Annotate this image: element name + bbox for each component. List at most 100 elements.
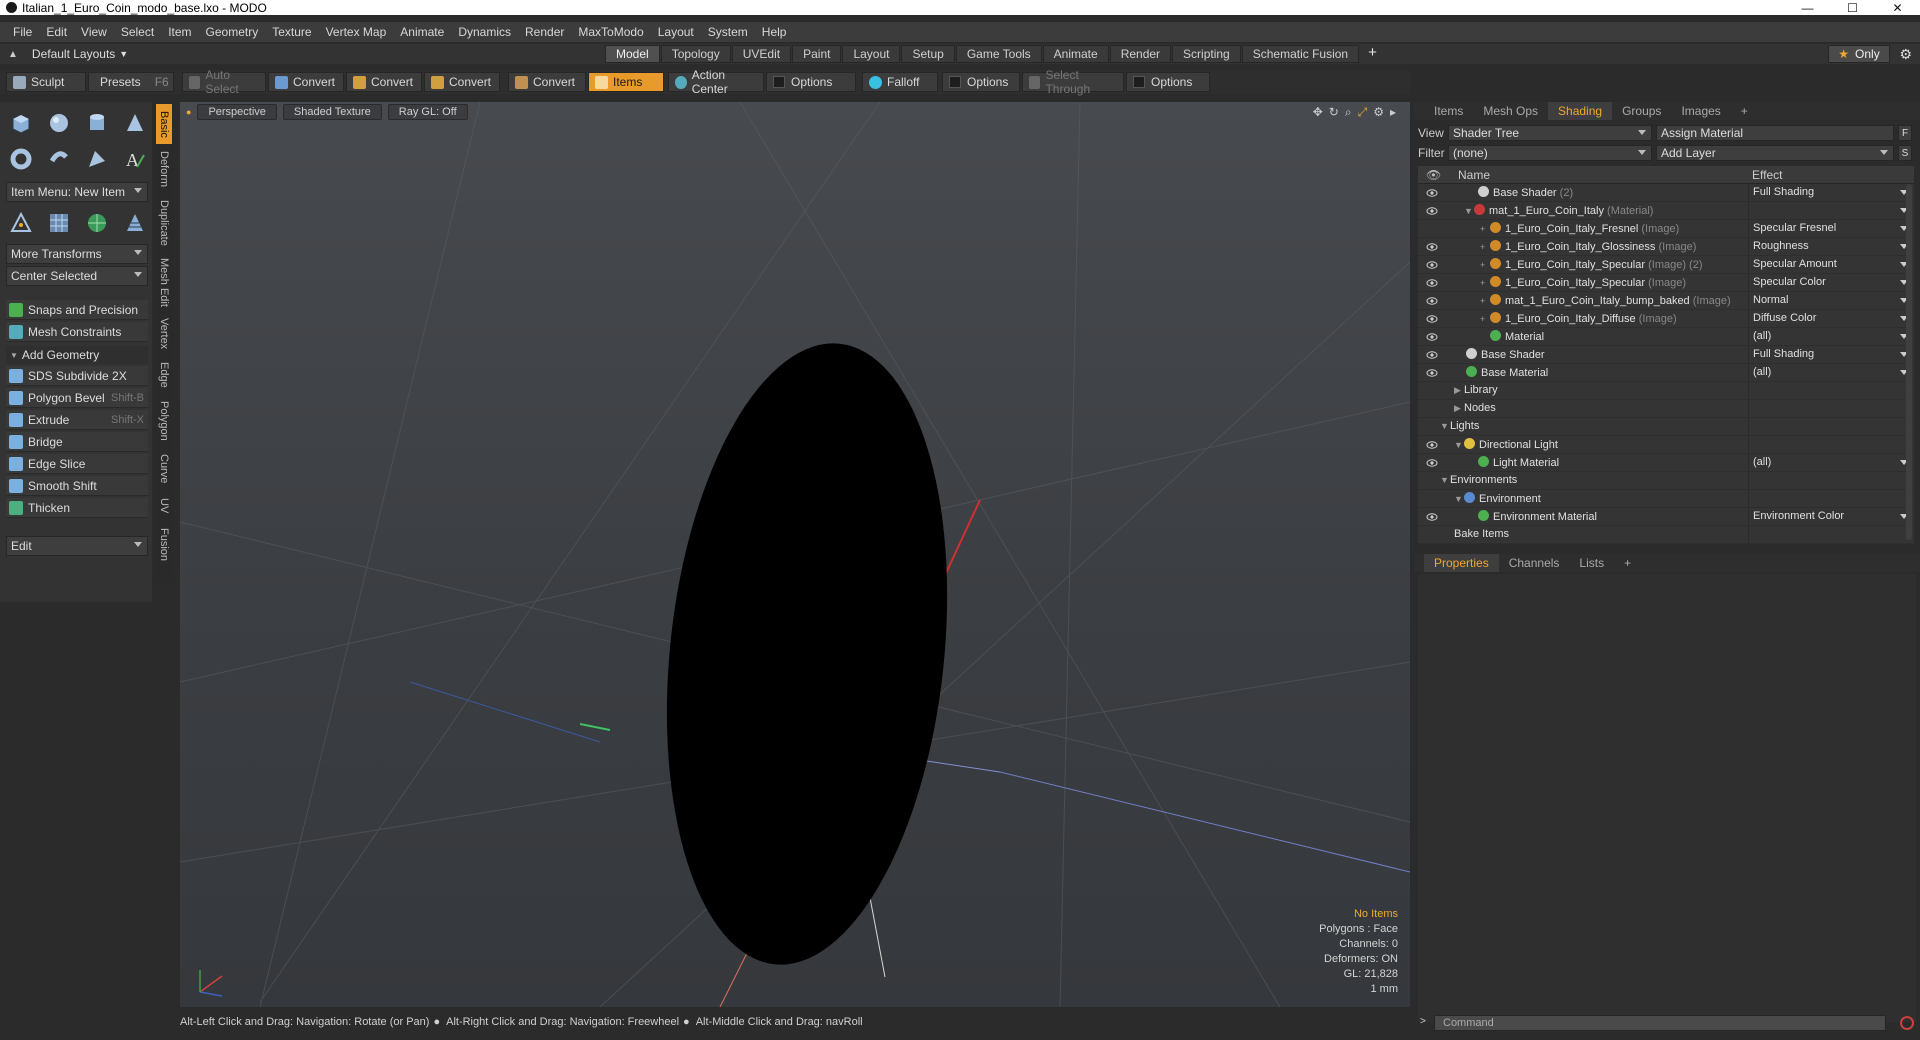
convert-edges-button[interactable]: Convert: [346, 72, 422, 92]
tree-row[interactable]: +1_Euro_Coin_Italy_Specular (Image) (2) S…: [1418, 256, 1914, 274]
tab-uvedit[interactable]: UVEdit: [731, 45, 792, 63]
view-dropdown[interactable]: Shader Tree: [1448, 125, 1652, 141]
presets-button[interactable]: Presets F6: [88, 72, 174, 92]
shading-mode-button[interactable]: Shaded Texture: [282, 104, 382, 120]
item-menu-dropdown[interactable]: Item Menu: New Item: [6, 182, 148, 202]
tab-mesh-ops[interactable]: Mesh Ops: [1473, 102, 1548, 120]
tab-scripting[interactable]: Scripting: [1172, 45, 1241, 63]
rotate-view-icon[interactable]: ↻: [1329, 105, 1339, 120]
sds-subdivide-button[interactable]: SDS Subdivide 2X: [6, 366, 148, 386]
zoom-view-icon[interactable]: ⌕: [1345, 105, 1352, 120]
tree-row[interactable]: ▶ Nodes: [1418, 400, 1914, 418]
more-transforms-dropdown[interactable]: More Transforms: [6, 244, 148, 264]
thicken-button[interactable]: Thicken: [6, 498, 148, 518]
tab-animate[interactable]: Animate: [1042, 45, 1109, 63]
items-mode-button[interactable]: Items: [588, 72, 664, 92]
command-input[interactable]: Command: [1434, 1015, 1886, 1031]
3d-viewport[interactable]: ● Perspective Shaded Texture Ray GL: Off…: [180, 102, 1410, 1007]
snaps-precision-button[interactable]: Snaps and Precision: [6, 300, 148, 320]
viewport-menu-dot[interactable]: ●: [186, 107, 191, 117]
raygl-button[interactable]: Ray GL: Off: [387, 104, 468, 120]
falloff-button[interactable]: Falloff: [862, 72, 938, 92]
add-tab-button[interactable]: +: [1360, 45, 1385, 63]
action-center-options[interactable]: Options: [766, 72, 856, 92]
menu-system[interactable]: System: [703, 25, 757, 39]
menu-select[interactable]: Select: [116, 25, 163, 39]
maximize-button[interactable]: ☐: [1830, 0, 1875, 15]
text-icon[interactable]: A: [120, 144, 150, 174]
add-layer-dropdown[interactable]: Add Layer: [1656, 145, 1894, 161]
menu-animate[interactable]: Animate: [395, 25, 453, 39]
tree-row[interactable]: ▼ Environment: [1418, 490, 1914, 508]
select-through-button[interactable]: Select Through: [1022, 68, 1124, 96]
cube-icon[interactable]: [6, 108, 36, 138]
tree-row[interactable]: ▼Environments: [1418, 472, 1914, 490]
tab-shading[interactable]: Shading: [1548, 102, 1613, 120]
effect-dropdown[interactable]: Full Shading: [1748, 346, 1910, 363]
close-button[interactable]: ✕: [1875, 0, 1920, 15]
s-button[interactable]: S: [1898, 145, 1912, 161]
effect-dropdown[interactable]: Normal: [1748, 292, 1910, 309]
polygon-bevel-button[interactable]: Polygon Bevel Shift-B: [6, 388, 148, 408]
mesh-constraints-button[interactable]: Mesh Constraints: [6, 322, 148, 342]
visibility-eye-icon[interactable]: [1426, 241, 1438, 253]
visibility-eye-icon[interactable]: [1426, 277, 1438, 289]
effect-dropdown[interactable]: Full Shading: [1748, 184, 1910, 201]
tab-items[interactable]: Items: [1424, 102, 1473, 120]
sidetab-polygon[interactable]: Polygon: [156, 396, 172, 446]
sidetab-mesh-edit[interactable]: Mesh Edit: [156, 254, 172, 310]
bridge-button[interactable]: Bridge: [6, 432, 148, 452]
tab-topology[interactable]: Topology: [660, 45, 731, 63]
assign-material-button[interactable]: Assign Material: [1656, 125, 1894, 141]
tree-row[interactable]: ▼Lights: [1418, 418, 1914, 436]
tab-properties[interactable]: Properties: [1424, 554, 1499, 572]
action-center-button[interactable]: Action Center: [668, 68, 764, 96]
move-view-icon[interactable]: ✥: [1313, 105, 1323, 120]
globe-icon[interactable]: [82, 208, 112, 238]
menu-view[interactable]: View: [76, 25, 116, 39]
expand-toggle-icon[interactable]: ▼: [1454, 494, 1464, 504]
visibility-eye-icon[interactable]: [1426, 349, 1438, 361]
tree-row[interactable]: +1_Euro_Coin_Italy_Specular (Image) Specu…: [1418, 274, 1914, 292]
viewport-expand-icon[interactable]: ▸: [1390, 105, 1396, 120]
pen-icon[interactable]: [82, 144, 112, 174]
tree-row[interactable]: +1_Euro_Coin_Italy_Glossiness (Image) Rou…: [1418, 238, 1914, 256]
cone-icon[interactable]: [120, 108, 150, 138]
expand-toggle-icon[interactable]: +: [1480, 296, 1490, 306]
convert-polygons-button[interactable]: Convert: [424, 72, 500, 92]
tab-layout[interactable]: Layout: [842, 45, 901, 63]
column-name[interactable]: Name: [1458, 168, 1490, 182]
effect-dropdown[interactable]: Specular Amount: [1748, 256, 1910, 273]
visibility-eye-icon[interactable]: [1426, 205, 1438, 217]
layout-selector[interactable]: ▲ Default Layouts ▼: [8, 44, 128, 64]
sidetab-edge[interactable]: Edge: [156, 358, 172, 392]
visibility-eye-icon[interactable]: [1426, 511, 1438, 523]
viewport-gear-icon[interactable]: ⚙: [1373, 105, 1384, 120]
filter-dropdown[interactable]: (none): [1448, 145, 1652, 161]
menu-item[interactable]: Item: [163, 25, 200, 39]
convert-materials-button[interactable]: Convert: [508, 72, 586, 92]
effect-dropdown[interactable]: Specular Color: [1748, 274, 1910, 291]
tree-row[interactable]: + mat_1_Euro_Coin_Italy_bump_baked (Image…: [1418, 292, 1914, 310]
falloff-options[interactable]: Options: [942, 72, 1020, 92]
sidetab-fusion[interactable]: Fusion: [156, 524, 172, 566]
menu-layout[interactable]: Layout: [653, 25, 703, 39]
expand-toggle-icon[interactable]: +: [1480, 260, 1490, 270]
tab-images[interactable]: Images: [1671, 102, 1730, 120]
options-checkbox-1[interactable]: [773, 76, 785, 88]
expand-toggle-icon[interactable]: ▶: [1454, 403, 1464, 414]
column-effect[interactable]: Effect: [1752, 168, 1782, 182]
grid-icon[interactable]: [44, 208, 74, 238]
smooth-shift-button[interactable]: Smooth Shift: [6, 476, 148, 496]
expand-toggle-icon[interactable]: +: [1480, 242, 1490, 252]
sidetab-deform[interactable]: Deform: [156, 146, 172, 192]
edit-dropdown[interactable]: Edit: [6, 536, 148, 556]
view-mode-button[interactable]: Perspective: [197, 104, 277, 120]
sidetab-curve[interactable]: Curve: [156, 450, 172, 488]
tab-groups[interactable]: Groups: [1612, 102, 1671, 120]
menu-render[interactable]: Render: [520, 25, 573, 39]
menu-file[interactable]: File: [8, 25, 41, 39]
tree-row[interactable]: Light Material (all): [1418, 454, 1914, 472]
sidetab-vertex[interactable]: Vertex: [156, 314, 172, 354]
minimize-button[interactable]: —: [1785, 0, 1830, 15]
